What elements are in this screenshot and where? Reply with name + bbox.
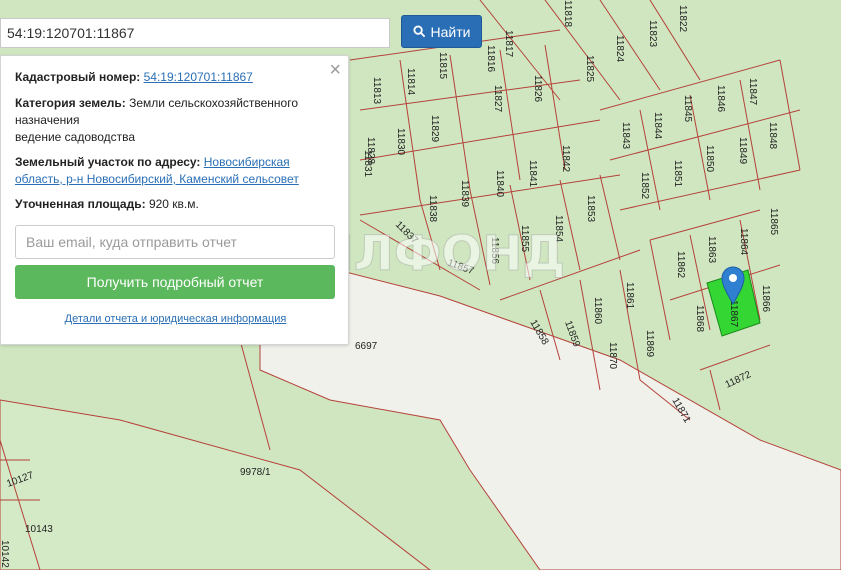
parcel-label: 11813 bbox=[371, 77, 382, 105]
parcel-label: 11840 bbox=[494, 170, 505, 198]
search-button-label: Найти bbox=[430, 23, 471, 40]
close-icon[interactable]: × bbox=[329, 60, 341, 80]
parcel-label: 11841 bbox=[527, 160, 538, 188]
land-category-row: Категория земель: Земли сельскохозяйстве… bbox=[15, 95, 315, 146]
parcel-label: 11846 bbox=[715, 85, 726, 113]
parcel-label: 11843 bbox=[620, 122, 631, 150]
parcel-label: 11816 bbox=[485, 45, 496, 73]
search-button[interactable]: Найти bbox=[401, 15, 482, 48]
cadastral-number-link[interactable]: 54:19:120701:11867 bbox=[144, 70, 253, 84]
parcel-label: 11862 bbox=[675, 251, 686, 279]
parcel-label: 11842 bbox=[560, 145, 571, 173]
area-value: 920 кв.м. bbox=[148, 197, 199, 211]
parcel-label: 11831 bbox=[362, 150, 373, 178]
report-details-link[interactable]: Детали отчета и юридическая информация bbox=[1, 313, 350, 325]
get-report-button[interactable]: Получить подробный отчет bbox=[15, 265, 335, 299]
address-row: Земельный участок по адресу: Новосибирск… bbox=[15, 154, 315, 188]
parcel-label: 10143 bbox=[25, 524, 53, 535]
parcel-label: 11863 bbox=[706, 236, 717, 264]
email-field[interactable]: Ваш email, куда отправить отчет bbox=[15, 225, 335, 259]
parcel-label: 11868 bbox=[694, 305, 705, 333]
parcel-label: 11822 bbox=[677, 5, 688, 33]
parcel-label: 11852 bbox=[639, 172, 650, 200]
parcel-label: 11827 bbox=[492, 85, 503, 113]
parcel-label: 11845 bbox=[682, 95, 693, 123]
parcel-label: 6697 bbox=[355, 341, 378, 352]
parcel-label: 11849 bbox=[737, 137, 748, 165]
parcel-label: 11814 bbox=[405, 68, 416, 96]
parcel-label: 11844 bbox=[652, 112, 663, 140]
parcel-label: 11870 bbox=[607, 342, 618, 370]
land-category-label: Категория земель: bbox=[15, 96, 126, 110]
parcel-label: 11815 bbox=[437, 52, 448, 80]
area-label: Уточненная площадь: bbox=[15, 197, 146, 211]
parcel-label: 11838 bbox=[427, 195, 438, 223]
parcel-label: 11818 bbox=[562, 0, 573, 28]
parcel-label: 11853 bbox=[585, 195, 596, 223]
parcel-label: 11847 bbox=[747, 78, 758, 106]
parcel-label: 9978/1 bbox=[240, 467, 271, 478]
parcel-label: 11824 bbox=[614, 35, 625, 63]
parcel-label: 11826 bbox=[532, 75, 543, 103]
parcel-label: 11823 bbox=[647, 20, 658, 48]
parcel-label: 11860 bbox=[592, 297, 603, 325]
land-use-value: ведение садоводства bbox=[15, 130, 136, 144]
address-label: Земельный участок по адресу: bbox=[15, 155, 201, 169]
parcel-label: 10142 bbox=[0, 540, 10, 568]
parcel-label: 11864 bbox=[738, 228, 749, 256]
parcel-label: 11861 bbox=[624, 282, 635, 310]
parcel-label: 11829 bbox=[429, 115, 440, 143]
info-panel: × Кадастровый номер: 54:19:120701:11867 … bbox=[0, 55, 349, 345]
parcel-label: 11866 bbox=[760, 285, 771, 313]
parcel-label: 11850 bbox=[704, 145, 715, 173]
search-icon bbox=[412, 25, 425, 38]
cadastral-number-label: Кадастровый номер: bbox=[15, 70, 141, 84]
area-row: Уточненная площадь: 920 кв.м. bbox=[15, 196, 315, 213]
parcel-label: 11848 bbox=[767, 122, 778, 150]
cadastral-number-row: Кадастровый номер: 54:19:120701:11867 bbox=[15, 69, 315, 86]
parcel-label: 11817 bbox=[503, 30, 514, 58]
parcel-label: 11869 bbox=[644, 330, 655, 358]
parcel-label: 11851 bbox=[672, 160, 683, 188]
parcel-label: 11839 bbox=[459, 180, 470, 208]
parcel-label: 11865 bbox=[768, 208, 779, 236]
search-input[interactable]: 54:19:120701:11867 bbox=[0, 18, 390, 48]
parcel-label: 11830 bbox=[395, 128, 406, 156]
parcel-label: 11825 bbox=[584, 55, 595, 83]
